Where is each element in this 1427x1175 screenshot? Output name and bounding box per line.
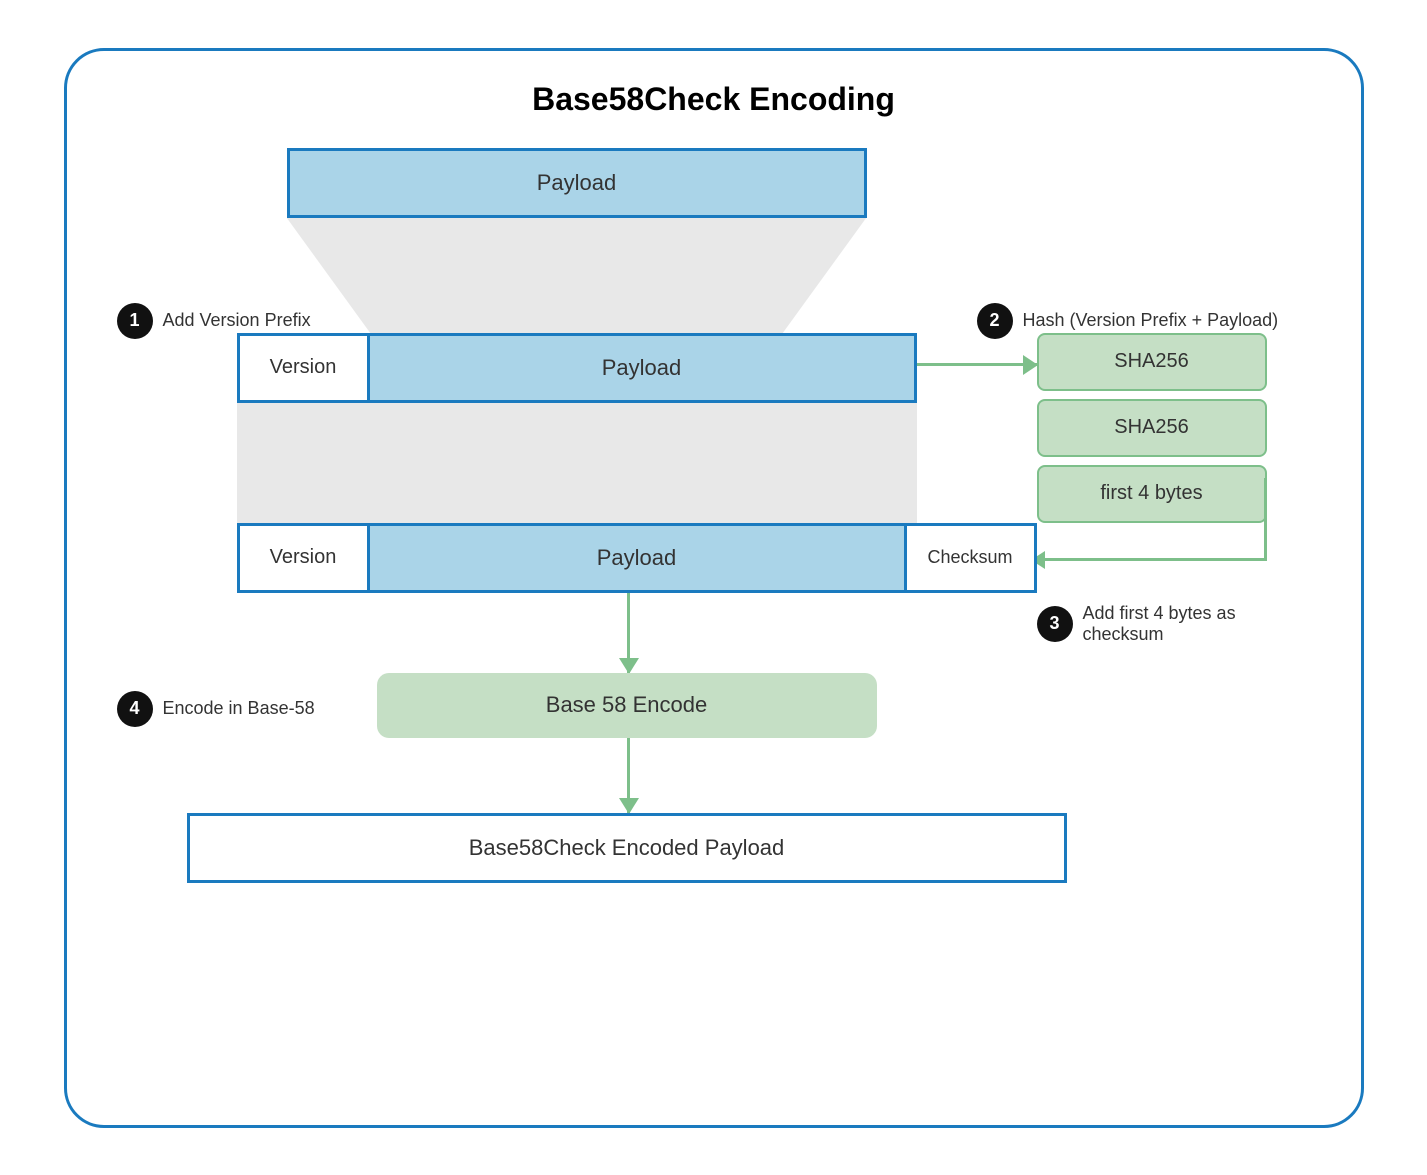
- payload-box-2: Payload: [370, 526, 904, 590]
- step2-circle: 2: [977, 303, 1013, 339]
- down-arrow-1: [627, 593, 630, 673]
- payload-top-box: Payload: [287, 148, 867, 218]
- down-arrow-2: [627, 738, 630, 813]
- step4-label: 4 Encode in Base-58: [117, 691, 315, 727]
- version-box-1: Version: [240, 336, 370, 400]
- step3-circle: 3: [1037, 606, 1073, 642]
- l-arrow-vertical: [1264, 478, 1267, 561]
- step1-circle: 1: [117, 303, 153, 339]
- step4-circle: 4: [117, 691, 153, 727]
- sha256-box-1: SHA256: [1037, 333, 1267, 391]
- diagram-area: Payload 1 Add Version Prefix 2 Hash (Ver…: [107, 148, 1321, 1095]
- step3-label: 3 Add first 4 bytes as checksum: [1037, 603, 1321, 645]
- payload-box-1: Payload: [370, 336, 914, 400]
- checksum-box: Checksum: [904, 526, 1034, 590]
- arrow-to-sha: [917, 363, 1037, 366]
- base58-encode-box: Base 58 Encode: [377, 673, 877, 738]
- version-payload-row1: Version Payload: [237, 333, 917, 403]
- sha256-box-2: SHA256: [1037, 399, 1267, 457]
- l-arrow-horizontal: [1037, 558, 1267, 561]
- version-payload-row2: Version Payload Checksum: [237, 523, 1037, 593]
- funnel-1: [287, 218, 867, 338]
- sha-column: SHA256 SHA256 first 4 bytes: [1037, 333, 1267, 523]
- page-title: Base58Check Encoding: [532, 81, 895, 118]
- version-box-2: Version: [240, 526, 370, 590]
- first4bytes-box: first 4 bytes: [1037, 465, 1267, 523]
- final-box: Base58Check Encoded Payload: [187, 813, 1067, 883]
- funnel-2: [237, 403, 917, 523]
- main-container: Base58Check Encoding Payload 1 Add Versi…: [64, 48, 1364, 1128]
